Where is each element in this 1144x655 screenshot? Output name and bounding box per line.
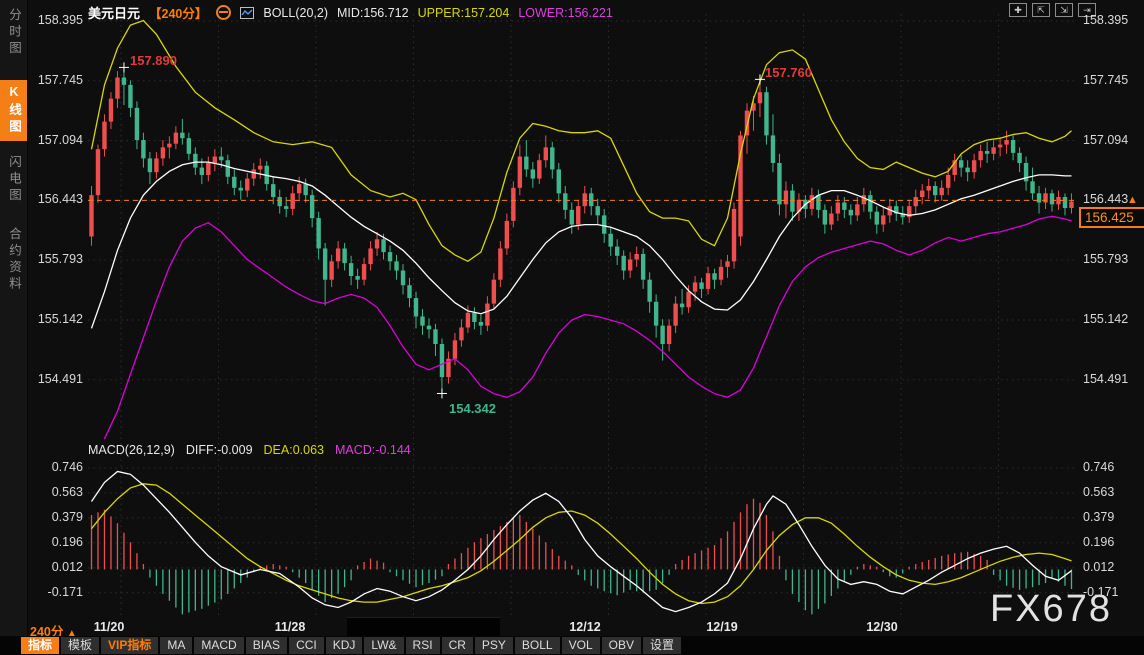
chart-header: 美元日元 【240分】 BOLL(20,2) MID:156.712 UPPER…	[88, 3, 613, 22]
x-axis-date-label: 11/28	[275, 620, 306, 634]
macd-axis-label-right: 0.012	[1083, 560, 1139, 574]
sidebar-tab-kline[interactable]: K线图	[0, 80, 27, 141]
boll-mid-value: MID:156.712	[337, 6, 409, 20]
period-badge[interactable]: 【240分】	[149, 3, 207, 22]
macd-diff-value: DIFF:-0.009	[186, 443, 253, 457]
macd-axis-label-left: 0.196	[27, 535, 83, 549]
macd-axis-label-right: -0.171	[1083, 585, 1139, 599]
psy-button[interactable]: PSY	[475, 637, 513, 654]
price-axis-label-left: 155.142	[27, 312, 83, 326]
boll-params-label: BOLL(20,2)	[263, 6, 328, 20]
indicator-chart-icon	[240, 7, 254, 19]
crosshair-tool-icon[interactable]: ✚	[1009, 3, 1027, 17]
price-axis-label-right: 156.443	[1083, 192, 1139, 206]
price-axis-label-left: 158.395	[27, 13, 83, 27]
macd-axis-label-right: 0.746	[1083, 460, 1139, 474]
kdj-button[interactable]: KDJ	[326, 637, 363, 654]
y-axis-scale-icon[interactable]: ⇱	[1032, 3, 1050, 17]
macd-axis-label-left: 0.379	[27, 510, 83, 524]
price-axis-label-right: 157.094	[1083, 133, 1139, 147]
price-axis-label-right: 154.491	[1083, 372, 1139, 386]
price-axis-label-right: 155.793	[1083, 252, 1139, 266]
macd-dea-value: DEA:0.063	[264, 443, 324, 457]
price-axis-label-left: 155.793	[27, 252, 83, 266]
x-axis-date-label: 12/19	[706, 620, 737, 634]
x-axis-date-label: 12/30	[866, 620, 897, 634]
rsi-button[interactable]: RSI	[406, 637, 440, 654]
collapse-icon[interactable]	[216, 5, 231, 20]
chart-canvas[interactable]	[0, 0, 1144, 655]
annotation-high-2: 157.760	[765, 65, 812, 80]
annotation-low: 154.342	[449, 401, 496, 416]
macd-axis-label-left: 0.746	[27, 460, 83, 474]
ma-button[interactable]: MA	[160, 637, 192, 654]
price-axis-label-left: 157.094	[27, 133, 83, 147]
price-axis-label-right: 157.745	[1083, 73, 1139, 87]
macd-axis-label-right: 0.563	[1083, 485, 1139, 499]
annotation-high-1: 157.890	[130, 53, 177, 68]
x-axis-scale-icon[interactable]: ⇲	[1055, 3, 1073, 17]
sidebar-tab-flash-chart[interactable]: 闪电图	[0, 150, 27, 210]
indicator-button[interactable]: 指标	[21, 637, 59, 654]
sidebar-tab-contract-info[interactable]: 合约资料	[0, 222, 27, 298]
settings-button[interactable]: 设置	[643, 637, 681, 654]
macd-axis-label-left: 0.012	[27, 560, 83, 574]
symbol-title: 美元日元	[88, 3, 140, 22]
vip-indicator-button[interactable]: VIP指标	[101, 637, 158, 654]
sidebar-tab-time-share[interactable]: 分时图	[0, 3, 27, 63]
macd-header: MACD(26,12,9) DIFF:-0.009 DEA:0.063 MACD…	[88, 443, 411, 457]
cr-button[interactable]: CR	[442, 637, 473, 654]
cci-button[interactable]: CCI	[289, 637, 324, 654]
boll-lower-value: LOWER:156.221	[518, 6, 613, 20]
vol-button[interactable]: VOL	[562, 637, 600, 654]
bias-button[interactable]: BIAS	[246, 637, 287, 654]
price-axis-label-left: 156.443	[27, 192, 83, 206]
x-axis-date-label: 12/12	[569, 620, 600, 634]
indicator-toolbar: 指标模板VIP指标MAMACDBIASCCIKDJLW&RSICRPSYBOLL…	[21, 637, 681, 654]
sidebar: 分时图 K线图闪电图合约资料	[0, 0, 28, 655]
boll-button[interactable]: BOLL	[515, 637, 560, 654]
macd-macd-value: MACD:-0.144	[335, 443, 411, 457]
obv-button[interactable]: OBV	[602, 637, 641, 654]
macd-axis-label-right: 0.379	[1083, 510, 1139, 524]
macd-params-label: MACD(26,12,9)	[88, 443, 175, 457]
macd-button[interactable]: MACD	[194, 637, 243, 654]
macd-axis-label-left: 0.563	[27, 485, 83, 499]
boll-upper-value: UPPER:157.204	[418, 6, 510, 20]
lwr-button[interactable]: LW&	[364, 637, 403, 654]
price-axis-label-left: 154.491	[27, 372, 83, 386]
price-axis-label-left: 157.745	[27, 73, 83, 87]
price-axis-label-right: 158.395	[1083, 13, 1139, 27]
macd-axis-label-right: 0.196	[1083, 535, 1139, 549]
price-axis-label-right: 155.142	[1083, 312, 1139, 326]
template-button[interactable]: 模板	[61, 637, 99, 654]
macd-axis-label-left: -0.171	[27, 585, 83, 599]
current-price-tag: 156.425	[1079, 207, 1144, 228]
x-axis-date-label: 11/20	[94, 620, 125, 634]
scrollbar-thumb[interactable]	[347, 617, 500, 636]
